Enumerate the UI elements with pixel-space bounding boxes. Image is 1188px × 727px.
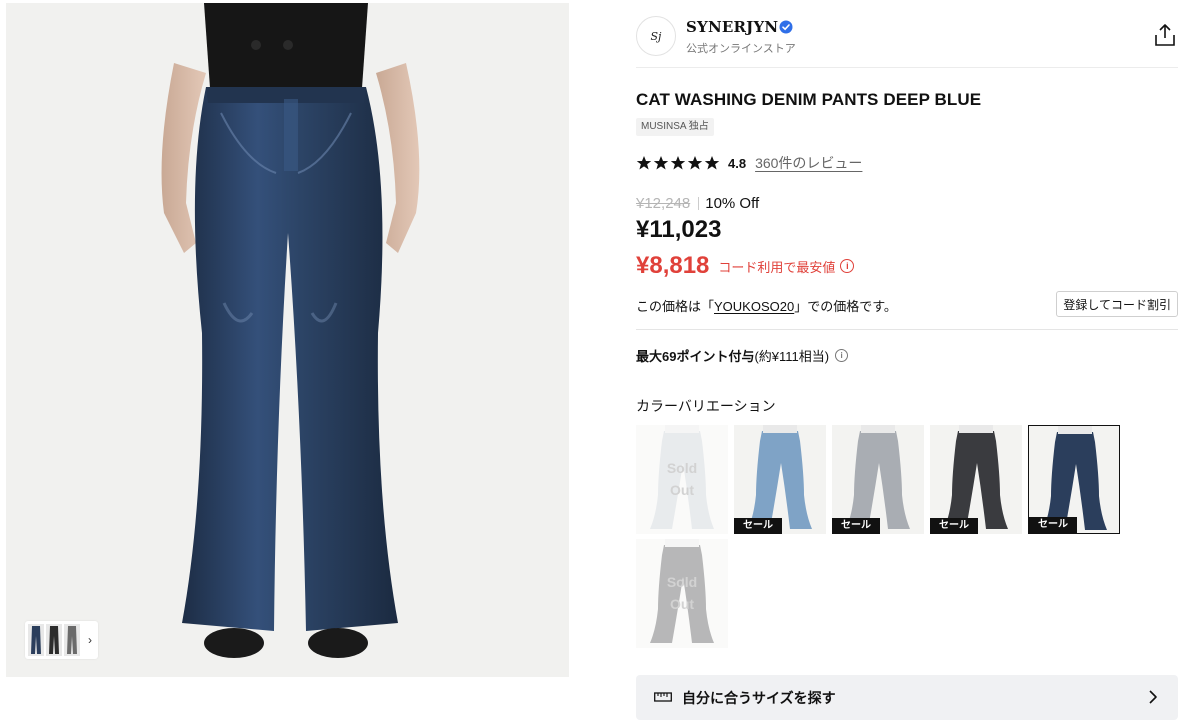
rating-value: 4.8	[728, 155, 747, 171]
thumbnail-3[interactable]	[64, 624, 80, 656]
star-icon	[687, 156, 703, 170]
chevron-right-icon	[1149, 690, 1157, 704]
thumbnail-1[interactable]	[28, 624, 44, 656]
coupon-text: この価格は「YOUKOSO20」での価格です。	[636, 296, 897, 315]
original-price-row: ¥12,248 10% Off	[636, 193, 759, 213]
star-icon	[670, 156, 686, 170]
product-main-image[interactable]: ›	[6, 3, 569, 677]
star-icon	[636, 156, 652, 170]
share-icon[interactable]	[1152, 22, 1178, 48]
color-variations-label: カラーバリエーション	[636, 398, 776, 414]
color-swatch[interactable]: Sold Out	[636, 539, 728, 648]
brand-name[interactable]: SYNERJYN	[686, 18, 778, 36]
verified-badge-icon	[779, 20, 793, 34]
coupon-row: この価格は「YOUKOSO20」での価格です。 登録してコード割引	[636, 291, 1178, 318]
info-icon[interactable]: i	[840, 259, 855, 273]
current-price: ¥11,023	[636, 216, 722, 243]
color-swatch[interactable]: セール	[734, 425, 826, 534]
brand-header: Sj SYNERJYN 公式オンラインストア	[636, 16, 1178, 66]
sale-badge: セール	[930, 518, 978, 534]
soldout-label: Sold Out	[636, 457, 728, 501]
color-swatch[interactable]: セール	[1028, 425, 1120, 534]
star-icon	[653, 156, 669, 170]
brand-logo[interactable]: Sj	[636, 16, 676, 56]
coupon-code-link[interactable]: YOUKOSO20	[714, 299, 794, 314]
reviews-link[interactable]: 360件のレビュー	[755, 153, 862, 173]
product-info-panel: Sj SYNERJYN 公式オンラインストア CAT WASHING DENIM…	[636, 0, 1178, 727]
coupon-prefix: この価格は「	[636, 299, 715, 314]
color-swatch[interactable]: Sold Out	[636, 425, 728, 534]
soldout-line2: Out	[669, 482, 695, 498]
exclusive-tag: MUSINSA 独占	[636, 118, 714, 136]
register-coupon-button[interactable]: 登録してコード割引	[1056, 291, 1178, 317]
coupon-suffix: 」での価格です。	[794, 299, 897, 314]
star-icon	[704, 156, 720, 170]
image-thumbnail-strip[interactable]: ›	[25, 621, 98, 659]
brand-subtitle: 公式オンラインストア	[686, 43, 796, 55]
soldout-label: Sold Out	[636, 571, 728, 615]
divider	[636, 329, 1178, 330]
info-icon[interactable]: i	[835, 348, 849, 362]
sale-badge: セール	[734, 518, 782, 534]
sale-badge: セール	[832, 518, 880, 534]
soldout-line1: Sold	[666, 574, 698, 590]
points-row: 最大69ポイント付与 (約¥111相当) i	[636, 345, 849, 365]
soldout-line2: Out	[669, 596, 695, 612]
star-rating	[636, 155, 720, 171]
ruler-icon	[654, 692, 672, 702]
best-price-label: コード利用で最安値	[718, 259, 836, 275]
size-finder-label: 自分に合うサイズを探す	[682, 690, 836, 706]
sale-badge: セール	[1029, 517, 1077, 533]
soldout-line1: Sold	[666, 460, 698, 476]
divider	[698, 196, 700, 210]
rating-row: 4.8 360件のレビュー	[636, 153, 862, 173]
original-price: ¥12,248	[636, 194, 691, 212]
points-amount: 最大69ポイント付与	[636, 348, 755, 364]
thumbnail-2[interactable]	[46, 624, 62, 656]
size-finder-button[interactable]: 自分に合うサイズを探す	[636, 675, 1178, 720]
color-swatch[interactable]: セール	[832, 425, 924, 534]
best-price-row: ¥8,818 コード利用で最安値 i	[636, 252, 855, 280]
discount-rate: 10% Off	[705, 194, 760, 212]
chevron-right-icon[interactable]: ›	[88, 633, 92, 647]
product-title: CAT WASHING DENIM PANTS DEEP BLUE	[636, 90, 982, 109]
best-price: ¥8,818	[636, 252, 710, 279]
color-swatch[interactable]: セール	[930, 425, 1022, 534]
divider	[636, 67, 1178, 68]
points-equivalent: (約¥111相当)	[754, 348, 830, 364]
